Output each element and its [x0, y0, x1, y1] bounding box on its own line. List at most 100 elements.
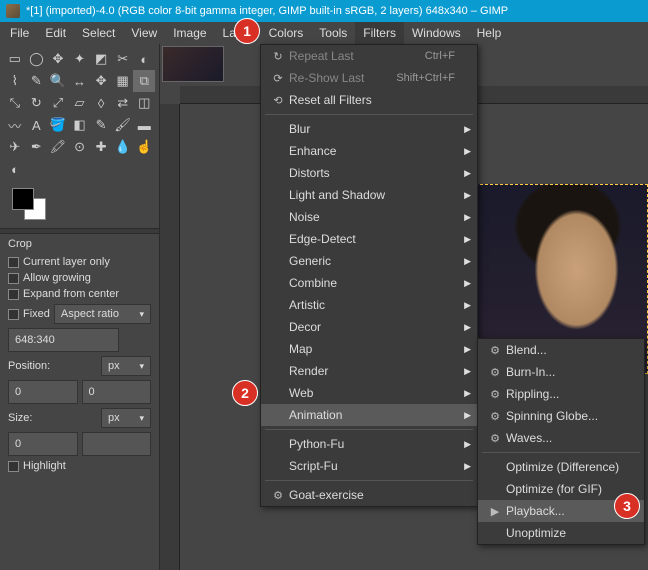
- mi-blur[interactable]: Blur▶: [261, 118, 477, 140]
- mi-anim-burn-in[interactable]: ⚙Burn-In...: [478, 361, 644, 383]
- field-size-w[interactable]: 0: [8, 432, 78, 456]
- field-size-h[interactable]: [82, 432, 152, 456]
- tool-scissors[interactable]: ✂: [112, 48, 134, 70]
- cb-highlight[interactable]: [8, 461, 19, 472]
- tool-bucket[interactable]: 🪣: [47, 114, 69, 136]
- tool-foreground[interactable]: ◐: [133, 48, 155, 70]
- tool-zoom[interactable]: 🔍: [47, 70, 69, 92]
- mi-web[interactable]: Web▶: [261, 382, 477, 404]
- tool-warp[interactable]: 〰: [4, 114, 26, 136]
- tool-color-picker[interactable]: ✎: [26, 70, 48, 92]
- mi-decor[interactable]: Decor▶: [261, 316, 477, 338]
- tool-gradient[interactable]: ◧: [69, 114, 91, 136]
- mi-artistic[interactable]: Artistic▶: [261, 294, 477, 316]
- field-pos-x[interactable]: 0: [8, 380, 78, 404]
- color-swatches[interactable]: [6, 188, 153, 224]
- lbl-highlight: Highlight: [23, 460, 66, 472]
- mi-edge-detect[interactable]: Edge-Detect▶: [261, 228, 477, 250]
- title-text: *[1] (imported)-4.0 (RGB color 8-bit gam…: [26, 5, 508, 17]
- tool-fuzzy-select[interactable]: ✦: [69, 48, 91, 70]
- tool-blur[interactable]: 💧: [112, 136, 134, 158]
- reshow-icon: ⟳: [269, 72, 287, 85]
- tool-free-select[interactable]: ✥: [47, 48, 69, 70]
- tool-ellipse-select[interactable]: ◯: [26, 48, 48, 70]
- cb-current-layer[interactable]: [8, 257, 19, 268]
- tool-clone[interactable]: ⊙: [69, 136, 91, 158]
- tool-pencil[interactable]: ✎: [90, 114, 112, 136]
- cb-expand-center[interactable]: [8, 289, 19, 300]
- tool-eraser[interactable]: ▬: [133, 114, 155, 136]
- mi-enhance[interactable]: Enhance▶: [261, 140, 477, 162]
- mi-reshow-last: ⟳Re-Show LastShift+Ctrl+F: [261, 67, 477, 89]
- menu-colors[interactable]: Colors: [261, 22, 312, 44]
- tool-brush[interactable]: 🖌: [112, 114, 134, 136]
- mi-anim-spinning-globe[interactable]: ⚙Spinning Globe...: [478, 405, 644, 427]
- tool-dodge[interactable]: ◐: [4, 158, 26, 180]
- combo-pos-unit[interactable]: px▾: [101, 356, 151, 376]
- mi-python-fu[interactable]: Python-Fu▶: [261, 433, 477, 455]
- tool-measure[interactable]: ↔: [69, 70, 91, 92]
- tool-move[interactable]: ✥: [90, 70, 112, 92]
- field-pos-y[interactable]: 0: [82, 380, 152, 404]
- chevron-down-icon: ▾: [139, 361, 144, 372]
- tool-transform[interactable]: ⤡: [4, 92, 26, 114]
- menu-select[interactable]: Select: [74, 22, 123, 44]
- lbl-expand-center: Expand from center: [23, 288, 119, 300]
- mi-anim-unoptimize[interactable]: Unoptimize: [478, 522, 644, 544]
- mi-goat[interactable]: ⚙Goat-exercise: [261, 484, 477, 506]
- menu-image[interactable]: Image: [165, 22, 214, 44]
- mi-distorts[interactable]: Distorts▶: [261, 162, 477, 184]
- mi-generic[interactable]: Generic▶: [261, 250, 477, 272]
- tool-scale[interactable]: ⤢: [47, 92, 69, 114]
- tool-cage[interactable]: ◫: [133, 92, 155, 114]
- submenu-arrow-icon: ▶: [464, 344, 471, 355]
- mi-anim-rippling[interactable]: ⚙Rippling...: [478, 383, 644, 405]
- tool-rect-select[interactable]: ▭: [4, 48, 26, 70]
- submenu-arrow-icon: ▶: [464, 388, 471, 399]
- menu-edit[interactable]: Edit: [37, 22, 74, 44]
- left-panel: ▭ ◯ ✥ ✦ ◩ ✂ ◐ ⌇ ✎ 🔍 ↔ ✥ ▦ ⧉ ⤡ ↻ ⤢ ▱: [0, 44, 160, 570]
- tool-smudge[interactable]: ☝: [133, 136, 155, 158]
- combo-size-unit[interactable]: px▾: [101, 408, 151, 428]
- tool-perspective[interactable]: ◊: [90, 92, 112, 114]
- tool-ink[interactable]: ✒: [26, 136, 48, 158]
- mi-anim-optimize-diff[interactable]: Optimize (Difference): [478, 456, 644, 478]
- tool-crop[interactable]: ⧉: [133, 70, 155, 92]
- menu-view[interactable]: View: [123, 22, 165, 44]
- mi-script-fu[interactable]: Script-Fu▶: [261, 455, 477, 477]
- gear-icon: ⚙: [486, 410, 504, 423]
- tool-rotate[interactable]: ↻: [26, 92, 48, 114]
- combo-aspect-mode[interactable]: Aspect ratio▾: [54, 304, 151, 324]
- tool-shear[interactable]: ▱: [69, 92, 91, 114]
- menu-filters[interactable]: Filters: [355, 22, 404, 44]
- mi-noise[interactable]: Noise▶: [261, 206, 477, 228]
- tool-text[interactable]: A: [26, 114, 48, 136]
- mi-render[interactable]: Render▶: [261, 360, 477, 382]
- mi-combine[interactable]: Combine▶: [261, 272, 477, 294]
- mi-anim-waves[interactable]: ⚙Waves...: [478, 427, 644, 449]
- cb-allow-growing[interactable]: [8, 273, 19, 284]
- cb-fixed[interactable]: [8, 309, 19, 320]
- lbl-current-layer: Current layer only: [23, 256, 110, 268]
- tool-heal[interactable]: ✚: [90, 136, 112, 158]
- mi-anim-blend[interactable]: ⚙Blend...: [478, 339, 644, 361]
- mi-light-shadow[interactable]: Light and Shadow▶: [261, 184, 477, 206]
- tool-mypaint[interactable]: 🖍: [47, 136, 69, 158]
- menu-tools[interactable]: Tools: [311, 22, 355, 44]
- mi-reset-all[interactable]: ⟲Reset all Filters: [261, 89, 477, 111]
- tool-flip[interactable]: ⇄: [112, 92, 134, 114]
- menu-windows[interactable]: Windows: [404, 22, 469, 44]
- image-thumbnail[interactable]: [162, 46, 224, 82]
- field-ratio[interactable]: 648:340: [8, 328, 119, 352]
- toolbox: ▭ ◯ ✥ ✦ ◩ ✂ ◐ ⌇ ✎ 🔍 ↔ ✥ ▦ ⧉ ⤡ ↻ ⤢ ▱: [0, 44, 159, 184]
- tool-align[interactable]: ▦: [112, 70, 134, 92]
- swatch-foreground[interactable]: [12, 188, 34, 210]
- mi-map[interactable]: Map▶: [261, 338, 477, 360]
- menu-file[interactable]: File: [2, 22, 37, 44]
- submenu-arrow-icon: ▶: [464, 461, 471, 472]
- tool-airbrush[interactable]: ✈: [4, 136, 26, 158]
- mi-animation[interactable]: Animation▶: [261, 404, 477, 426]
- tool-paths[interactable]: ⌇: [4, 70, 26, 92]
- menu-help[interactable]: Help: [469, 22, 510, 44]
- tool-select-by-color[interactable]: ◩: [90, 48, 112, 70]
